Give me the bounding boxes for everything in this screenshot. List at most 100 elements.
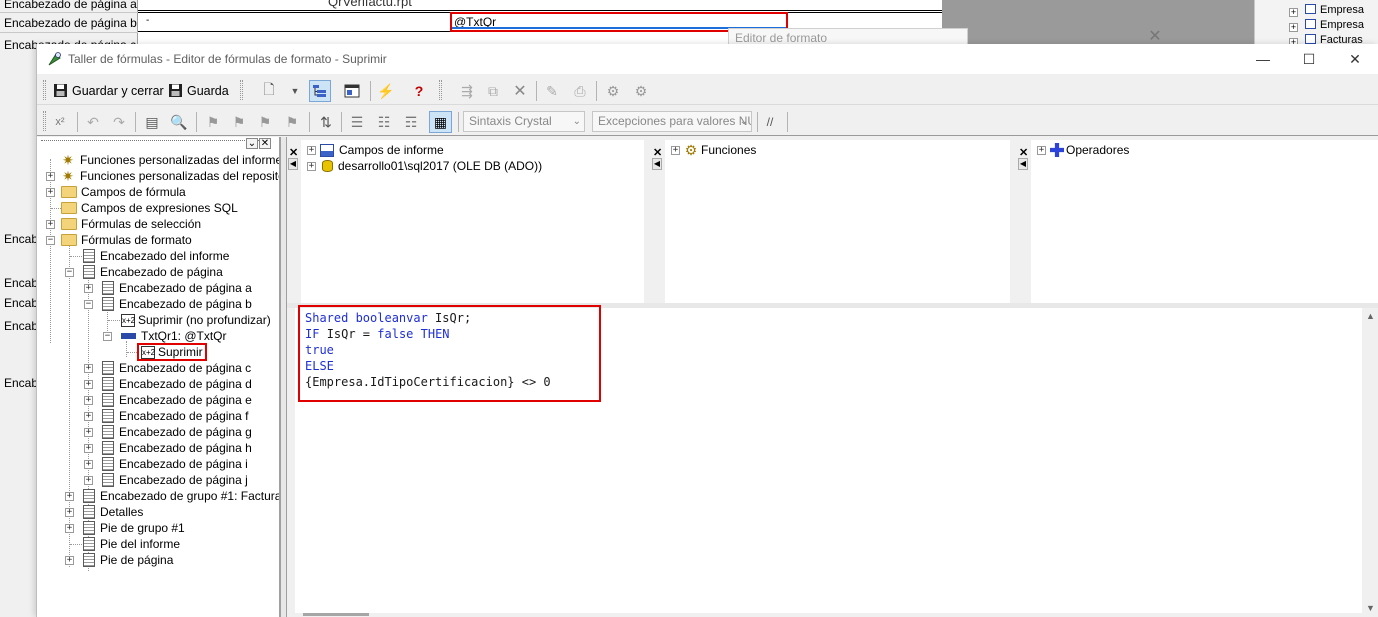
- minimize-button[interactable]: —: [1240, 44, 1286, 74]
- tree-item[interactable]: Pie de grupo #1: [83, 520, 185, 536]
- expand-icon[interactable]: +: [84, 380, 93, 389]
- table-item[interactable]: Empresa: [1320, 4, 1364, 16]
- collapse-icon[interactable]: −: [103, 332, 112, 341]
- expand-icon[interactable]: +: [84, 460, 93, 469]
- tree-item[interactable]: Encabezado del informe: [83, 248, 229, 264]
- editor-horizontal-scrollbar[interactable]: [287, 613, 1378, 617]
- expand-icon[interactable]: +: [84, 428, 93, 437]
- formula-code[interactable]: Shared booleanvar IsQr; IF IsQr = false T…: [305, 310, 551, 390]
- close-icon[interactable]: ✕: [259, 138, 271, 149]
- tree-item[interactable]: Fórmulas de formato: [61, 232, 192, 248]
- tree-item[interactable]: Campos de expresiones SQL: [61, 200, 238, 216]
- collapse-icon[interactable]: −: [65, 268, 74, 277]
- null-exceptions-select[interactable]: Excepciones para valores NU ⌄: [592, 111, 752, 132]
- chevron-left-icon[interactable]: ◀: [288, 158, 298, 170]
- tree-item[interactable]: ✷ Funciones personalizadas del informe: [61, 152, 279, 168]
- expand-icon[interactable]: +: [84, 396, 93, 405]
- toggle-tree-icon[interactable]: [309, 80, 331, 102]
- tree-item[interactable]: Pie de página: [83, 552, 173, 568]
- close-button[interactable]: ✕: [1332, 44, 1378, 74]
- rename-icon[interactable]: ⇶: [457, 81, 477, 101]
- toolbar-grip[interactable]: [43, 111, 46, 131]
- tree-item[interactable]: Encabezado de página: [83, 264, 223, 280]
- field-tree-item[interactable]: + desarrollo01\sql2017 (OLE DB (ADO)): [307, 158, 542, 174]
- browse-icon[interactable]: ⎙: [570, 81, 590, 101]
- gear-icon[interactable]: ⚙: [603, 81, 623, 101]
- expand-icon[interactable]: +: [46, 188, 55, 197]
- field-tree-item[interactable]: + Campos de informe: [307, 142, 444, 158]
- chevron-down-icon[interactable]: ⌄: [246, 138, 258, 149]
- redo-icon[interactable]: ↷: [109, 112, 129, 132]
- tree-splitter[interactable]: [280, 137, 287, 617]
- save-button[interactable]: Guarda: [168, 79, 229, 102]
- toolbar-grip[interactable]: [240, 80, 243, 100]
- tree-item[interactable]: Encabezado de página g: [102, 424, 252, 440]
- expand-icon[interactable]: +: [84, 444, 93, 453]
- tree-item[interactable]: x+2 Suprimir (no profundizar): [121, 312, 271, 328]
- tree-item[interactable]: Fórmulas de selección: [61, 216, 201, 232]
- find-icon[interactable]: 🔍: [169, 112, 189, 132]
- tree-item[interactable]: ✷ Funciones personalizadas del repositor…: [61, 168, 279, 184]
- delete-icon[interactable]: ✕: [510, 81, 530, 101]
- check-syntax-icon[interactable]: x²: [50, 112, 70, 132]
- expand-icon[interactable]: +: [46, 220, 55, 229]
- tree-item[interactable]: Encabezado de página i: [102, 456, 248, 472]
- expand-icon[interactable]: +: [65, 556, 74, 565]
- expand-icon[interactable]: +: [84, 412, 93, 421]
- scroll-thumb[interactable]: [303, 613, 369, 616]
- tree-item[interactable]: Encabezado de página h: [102, 440, 252, 456]
- section-label[interactable]: Encabezado de página a: [0, 0, 138, 13]
- tree-item[interactable]: Encabezado de página b: [102, 296, 252, 312]
- tree-item[interactable]: Encabezado de página e: [102, 392, 252, 408]
- tree-item[interactable]: Encabezado de página c: [102, 360, 251, 376]
- tree-item[interactable]: Encabezado de grupo #1: Facturas_: [83, 488, 279, 504]
- operators-tree-icon[interactable]: ☶: [401, 112, 421, 132]
- save-and-close-button[interactable]: Guardar y cerrar: [53, 79, 164, 102]
- editor-view-icon[interactable]: ▦: [429, 111, 452, 133]
- chevron-down-icon[interactable]: ▼: [285, 81, 305, 101]
- expand-icon[interactable]: +: [671, 145, 680, 155]
- bookmark-next-icon[interactable]: ⚑: [229, 112, 249, 132]
- expand-icon[interactable]: +: [84, 364, 93, 373]
- browse-data-icon[interactable]: ▤: [142, 112, 162, 132]
- bookmark-prev-icon[interactable]: ⚑: [255, 112, 275, 132]
- collapse-icon[interactable]: −: [84, 300, 93, 309]
- table-item[interactable]: Empresa: [1320, 19, 1364, 31]
- bookmark-clear-icon[interactable]: ⚑: [282, 112, 302, 132]
- toolbar-grip[interactable]: [43, 80, 46, 100]
- expand-icon[interactable]: +: [84, 284, 93, 293]
- chevron-left-icon[interactable]: ◀: [652, 158, 662, 170]
- operator-tree-item[interactable]: + Operadores: [1037, 142, 1129, 158]
- functions-tree-icon[interactable]: ☷: [374, 112, 394, 132]
- sort-icon[interactable]: ⇅: [316, 112, 336, 132]
- toolbar-grip[interactable]: [439, 80, 442, 100]
- tree-item[interactable]: Detalles: [83, 504, 143, 520]
- tree-item[interactable]: TxtQr1: @TxtQr: [121, 328, 227, 344]
- formula-editor[interactable]: Shared booleanvar IsQr; IF IsQr = false T…: [287, 305, 1378, 617]
- tree-item-selected[interactable]: x+2 Suprimir: [137, 343, 207, 361]
- tree-item[interactable]: Pie del informe: [83, 536, 180, 552]
- expand-icon[interactable]: +: [84, 476, 93, 485]
- bookmark-icon[interactable]: ⚑: [203, 112, 223, 132]
- maximize-button[interactable]: ☐: [1286, 44, 1332, 74]
- collapse-icon[interactable]: −: [46, 236, 55, 245]
- fields-tree-icon[interactable]: ☰: [347, 112, 367, 132]
- magic-wand-icon[interactable]: ⚡: [376, 81, 396, 101]
- scroll-up-icon[interactable]: ▲: [1362, 308, 1378, 325]
- syntax-select[interactable]: Sintaxis Crystal ⌄: [463, 111, 585, 132]
- expand-icon[interactable]: +: [307, 161, 316, 171]
- tree-item[interactable]: Encabezado de página a: [102, 280, 252, 296]
- help-icon[interactable]: ?: [409, 81, 429, 101]
- expand-icon[interactable]: +: [307, 145, 316, 155]
- tree-item[interactable]: Encabezado de página f: [102, 408, 248, 424]
- chevron-left-icon[interactable]: ◀: [1018, 158, 1028, 170]
- expand-icon[interactable]: +: [65, 492, 74, 501]
- expand-icon[interactable]: +: [46, 172, 55, 181]
- tree-item[interactable]: Campos de fórmula: [61, 184, 186, 200]
- copy-icon[interactable]: ⧉: [483, 81, 503, 101]
- expert-view-icon[interactable]: [342, 81, 362, 101]
- expand-icon[interactable]: +: [1037, 145, 1046, 155]
- check-icon[interactable]: ✎: [542, 81, 562, 101]
- expand-icon[interactable]: +: [65, 508, 74, 517]
- comment-button[interactable]: //: [760, 112, 780, 132]
